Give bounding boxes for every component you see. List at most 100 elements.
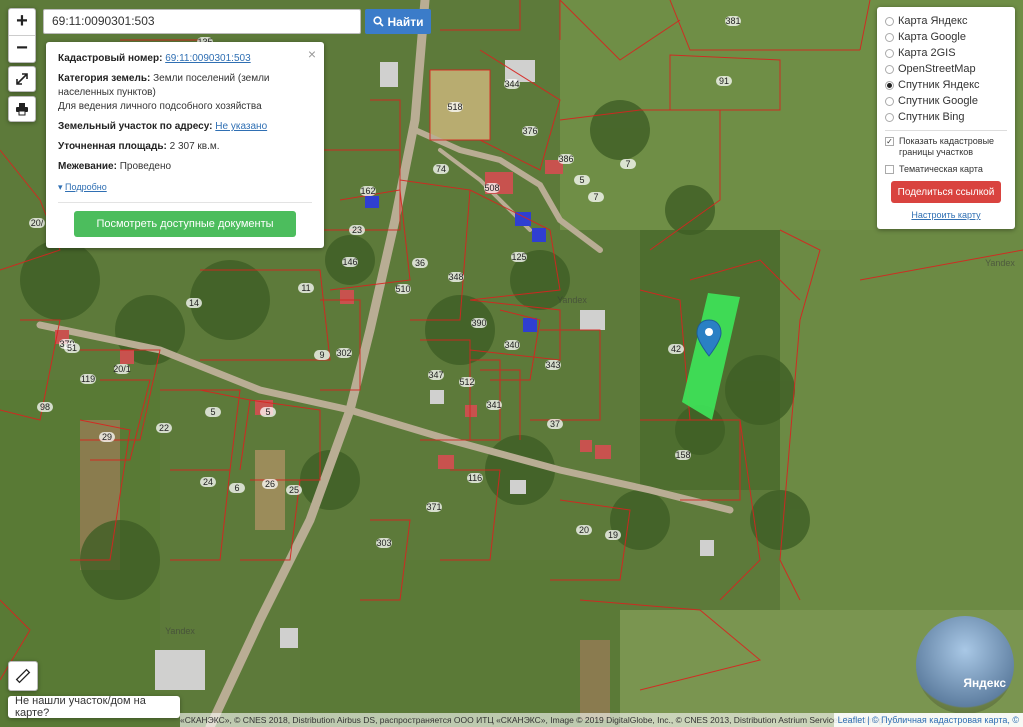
plot-number[interactable]: 347: [428, 370, 443, 380]
category-row: Категория земель: Земли поселений (земли…: [58, 72, 312, 114]
plot-number[interactable]: 23: [352, 225, 362, 235]
plot-number[interactable]: 162: [360, 186, 375, 196]
plot-number[interactable]: 386: [558, 154, 573, 164]
thematic-map-checkbox[interactable]: Тематическая карта: [885, 164, 1007, 175]
plot-number[interactable]: 20/1: [113, 364, 131, 374]
yandex-logo-text: Яндекс: [963, 676, 1006, 690]
details-toggle[interactable]: ▾ Подробно: [58, 180, 312, 194]
zoom-control: + −: [8, 8, 36, 63]
plot-number[interactable]: 24: [203, 477, 213, 487]
plot-number[interactable]: 343: [545, 360, 560, 370]
yandex-watermark: Yandex: [985, 258, 1015, 268]
share-link-button[interactable]: Поделиться ссылкой: [891, 181, 1001, 203]
expand-icon: [16, 73, 28, 85]
layer-option[interactable]: Спутник Google: [885, 93, 1007, 109]
layer-option-label: OpenStreetMap: [898, 63, 976, 75]
layer-option-label: Карта Яндекс: [898, 15, 968, 27]
search-button[interactable]: Найти: [365, 9, 431, 34]
layer-option[interactable]: Спутник Bing: [885, 109, 1007, 125]
caret-down-icon: ▾: [58, 182, 63, 192]
survey-value: Проведено: [119, 161, 172, 172]
plot-number[interactable]: 348: [448, 272, 463, 282]
plot-number[interactable]: 42: [671, 344, 681, 354]
plot-number[interactable]: 5: [579, 175, 584, 185]
plot-number[interactable]: 36: [415, 258, 425, 268]
fullscreen-button[interactable]: [8, 66, 36, 92]
not-found-link[interactable]: Не нашли участок/дом на карте?: [8, 695, 180, 719]
plot-number[interactable]: 37: [550, 419, 560, 429]
plot-number[interactable]: 5: [210, 407, 215, 417]
radio-selected-icon: [885, 80, 894, 90]
survey-row: Межевание: Проведено: [58, 160, 312, 174]
plot-number[interactable]: 5: [265, 407, 270, 417]
plot-number[interactable]: 19: [608, 530, 618, 540]
plot-number[interactable]: 381: [725, 16, 740, 26]
plot-number[interactable]: 512: [459, 377, 474, 387]
radio-icon: [885, 48, 894, 58]
plot-number[interactable]: 146: [342, 257, 357, 267]
category-label: Категория земель:: [58, 73, 151, 84]
plot-number[interactable]: 22: [159, 423, 169, 433]
plot-number[interactable]: 98: [40, 402, 50, 412]
plot-number[interactable]: 371: [426, 502, 441, 512]
cadastral-number-row: Кадастровый номер: 69:11:0090301:503: [58, 52, 312, 66]
show-borders-checkbox[interactable]: ✓ Показать кадастровые границы участков: [885, 136, 1007, 158]
plot-number[interactable]: 7: [593, 192, 598, 202]
plot-number[interactable]: 20/: [31, 218, 44, 228]
plot-number[interactable]: 390: [471, 318, 486, 328]
plot-number[interactable]: 158: [675, 450, 690, 460]
cadastral-number-link[interactable]: 69:11:0090301:503: [165, 53, 250, 64]
layer-option-label: Карта Google: [898, 31, 966, 43]
plot-number[interactable]: 508: [484, 183, 499, 193]
plot-number[interactable]: 29: [102, 432, 112, 442]
zoom-in-button[interactable]: +: [9, 9, 35, 36]
plot-number[interactable]: 303: [376, 538, 391, 548]
plot-number[interactable]: 119: [81, 374, 95, 384]
attribution-links[interactable]: Leaflet | © Публичная кадастровая карта,…: [833, 713, 1023, 727]
layer-option-label: Спутник Google: [898, 95, 978, 107]
radio-icon: [885, 64, 894, 74]
layer-option[interactable]: OpenStreetMap: [885, 61, 1007, 77]
yandex-watermark: Yandex: [557, 295, 587, 305]
plot-number[interactable]: 125: [511, 252, 526, 262]
details-link[interactable]: Подробно: [65, 182, 107, 192]
plot-number[interactable]: 51: [67, 343, 77, 353]
plot-number[interactable]: 376: [522, 126, 537, 136]
search-icon: [372, 16, 384, 27]
plot-number[interactable]: 344: [504, 79, 519, 89]
close-icon[interactable]: ×: [308, 47, 316, 61]
print-button[interactable]: [8, 96, 36, 122]
layer-option[interactable]: Карта Яндекс: [885, 13, 1007, 29]
plot-number[interactable]: 20: [579, 525, 589, 535]
plot-number[interactable]: 26: [265, 479, 275, 489]
plot-number[interactable]: 518: [447, 102, 462, 112]
configure-map-link[interactable]: Настроить карту: [885, 210, 1007, 220]
plot-number[interactable]: 74: [436, 164, 446, 174]
layer-option[interactable]: Спутник Яндекс: [885, 77, 1007, 93]
layer-option[interactable]: Карта Google: [885, 29, 1007, 45]
plot-number[interactable]: 11: [301, 283, 310, 293]
search-button-label: Найти: [387, 14, 424, 29]
view-documents-button[interactable]: Посмотреть доступные документы: [74, 211, 296, 237]
layer-option-label: Спутник Яндекс: [898, 79, 980, 91]
plot-number[interactable]: 25: [289, 485, 299, 495]
plot-number[interactable]: 7: [625, 159, 630, 169]
plot-number[interactable]: 510: [395, 284, 410, 294]
search-input[interactable]: 69:11:0090301:503: [43, 9, 361, 34]
street-view-preview[interactable]: Яндекс: [916, 616, 1014, 714]
parcel-info-popup: × Кадастровый номер: 69:11:0090301:503 К…: [46, 42, 324, 248]
plot-number[interactable]: 14: [189, 298, 199, 308]
plot-number[interactable]: 91: [719, 76, 729, 86]
plot-number[interactable]: 116: [468, 473, 482, 483]
plot-number[interactable]: 9: [319, 350, 324, 360]
plot-number[interactable]: 341: [486, 400, 501, 410]
measure-button[interactable]: [8, 661, 38, 691]
plot-number[interactable]: 340: [504, 340, 519, 350]
plot-number[interactable]: 6: [234, 483, 239, 493]
address-link[interactable]: Не указано: [215, 121, 267, 132]
plot-number[interactable]: 302: [336, 348, 351, 358]
survey-label: Межевание:: [58, 161, 117, 172]
layer-option[interactable]: Карта 2GIS: [885, 45, 1007, 61]
zoom-out-button[interactable]: −: [9, 36, 35, 62]
land-use-value: Для ведения личного подсобного хозяйства: [58, 101, 262, 112]
